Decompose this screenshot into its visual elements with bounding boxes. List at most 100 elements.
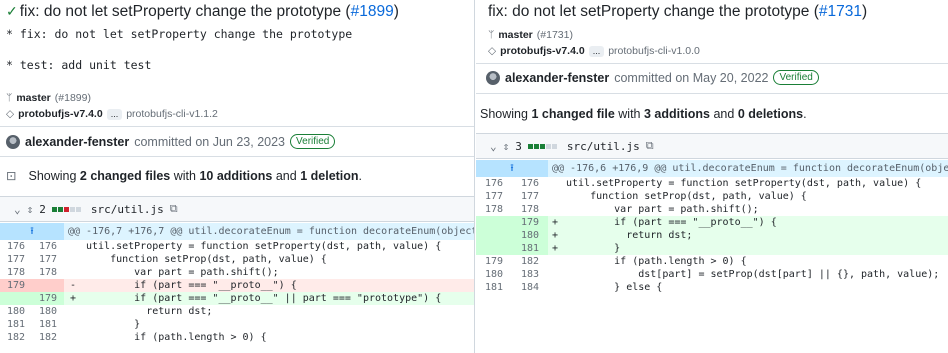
file-path[interactable]: src/util.js — [91, 203, 164, 216]
old-line-number[interactable] — [476, 242, 512, 255]
new-line-number[interactable]: 182 — [32, 331, 64, 344]
old-line-number[interactable]: 181 — [0, 318, 32, 331]
commit-title: fix: do not let setProperty change the p… — [488, 3, 868, 20]
tag-first[interactable]: protobufjs-v7.4.0 — [18, 108, 103, 120]
old-line-number[interactable]: 180 — [476, 268, 512, 281]
old-line-number[interactable]: 177 — [0, 253, 32, 266]
expand-icon[interactable]: ⭱ — [0, 223, 64, 240]
file-tree-icon[interactable]: ⊡ — [6, 169, 16, 183]
diff-line-context: 178 178 var part = path.shift(); — [0, 266, 474, 279]
branch-name[interactable]: master — [16, 92, 50, 104]
tags-expand-button[interactable]: ... — [588, 45, 605, 57]
avatar[interactable] — [486, 70, 500, 85]
divider — [476, 93, 948, 94]
diff-line-context: 178 178 var part = path.shift(); — [476, 203, 948, 216]
diff-line-added: 180 + return dst; — [476, 229, 948, 242]
diff-summary: ⊡ Showing 2 changed files with 10 additio… — [6, 169, 363, 183]
branch-ref[interactable]: (#1731) — [537, 29, 573, 41]
tags-expand-button[interactable]: ... — [106, 108, 123, 120]
diff-table: ⭱ @@ -176,6 +176,9 @@ util.decorateEnum … — [476, 160, 948, 294]
new-line-number[interactable]: 179 — [32, 292, 64, 305]
new-line-number[interactable]: 180 — [512, 229, 548, 242]
diffstat-count: 3 — [515, 139, 522, 153]
tag-last[interactable]: protobufjs-cli-v1.1.2 — [126, 108, 218, 120]
old-line-number[interactable]: 180 — [0, 305, 32, 318]
old-line-number[interactable]: 176 — [476, 177, 512, 190]
verified-badge[interactable]: Verified — [290, 134, 336, 149]
commit-date: committed on Jun 23, 2023 — [134, 134, 286, 149]
tags-line: ◇ protobufjs-v7.4.0 ... protobufjs-cli-v… — [6, 108, 218, 120]
commit-message-line: * fix: do not let setProperty change the… — [6, 27, 353, 41]
copy-icon[interactable]: ⧉ — [646, 139, 654, 153]
old-line-number[interactable]: 178 — [476, 203, 512, 216]
code-text: if (path.length > 0) { — [86, 332, 267, 343]
commit-date: committed on May 20, 2022 — [614, 70, 769, 85]
new-line-number[interactable]: 179 — [512, 216, 548, 229]
new-line-number[interactable]: 180 — [32, 305, 64, 318]
code-text: return dst; — [562, 229, 948, 242]
new-line-number[interactable]: 181 — [32, 318, 64, 331]
new-line-number[interactable] — [32, 279, 64, 292]
diff-sign: + — [548, 242, 562, 255]
file-path[interactable]: src/util.js — [567, 140, 640, 153]
old-line-number[interactable] — [476, 229, 512, 242]
branch-line: ᛘ master (#1731) — [488, 29, 573, 41]
expand-icon[interactable]: ⭱ — [476, 160, 548, 177]
old-line-number[interactable]: 181 — [476, 281, 512, 294]
check-icon: ✓ — [6, 3, 18, 19]
new-line-number[interactable]: 176 — [512, 177, 548, 190]
new-line-number[interactable]: 182 — [512, 255, 548, 268]
new-line-number[interactable]: 178 — [512, 203, 548, 216]
new-line-number[interactable]: 183 — [512, 268, 548, 281]
old-line-number[interactable] — [476, 216, 512, 229]
code-text: if (part === "__proto__" || part === "pr… — [82, 292, 474, 305]
old-line-number[interactable]: 178 — [0, 266, 32, 279]
tags-line: ◇ protobufjs-v7.4.0 ... protobufjs-cli-v… — [488, 45, 700, 57]
old-line-number[interactable] — [0, 292, 32, 305]
diff-sign — [548, 281, 562, 294]
diff-table: ⭱ @@ -176,7 +176,7 @@ util.decorateEnum … — [0, 223, 474, 344]
tag-first[interactable]: protobufjs-v7.4.0 — [500, 45, 585, 57]
copy-icon[interactable]: ⧉ — [170, 202, 178, 216]
diff-summary: Showing 1 changed file with 3 additions … — [480, 107, 807, 121]
branch-ref[interactable]: (#1899) — [55, 92, 91, 104]
new-line-number[interactable]: 177 — [32, 253, 64, 266]
expand-icon[interactable]: ⇕ — [27, 203, 34, 216]
tag-last[interactable]: protobufjs-cli-v1.0.0 — [608, 45, 700, 57]
new-line-number[interactable]: 177 — [512, 190, 548, 203]
diff-line-added: 181 + } — [476, 242, 948, 255]
hunk-text: @@ -176,7 +176,7 @@ util.decorateEnum = … — [64, 223, 474, 240]
author-name[interactable]: alexander-fenster — [25, 135, 129, 149]
branch-name[interactable]: master — [498, 29, 532, 41]
code-text: return dst; — [86, 306, 213, 317]
new-line-number[interactable]: 184 — [512, 281, 548, 294]
new-line-number[interactable]: 178 — [32, 266, 64, 279]
avatar[interactable] — [6, 134, 20, 149]
old-line-number[interactable]: 176 — [0, 240, 32, 253]
old-line-number[interactable]: 177 — [476, 190, 512, 203]
old-line-number[interactable]: 182 — [0, 331, 32, 344]
pr-link[interactable]: #1731 — [819, 3, 862, 20]
diff-sign — [64, 331, 82, 344]
chevron-down-icon[interactable]: ⌄ — [490, 140, 497, 153]
diff-line-context: 179 182 if (path.length > 0) { — [476, 255, 948, 268]
hunk-text: @@ -176,6 +176,9 @@ util.decorateEnum = … — [548, 160, 948, 177]
divider — [0, 126, 474, 127]
old-line-number[interactable]: 179 — [476, 255, 512, 268]
diff-line-context: 176 176 util.setProperty = function setPro… — [476, 177, 948, 190]
expand-icon[interactable]: ⇕ — [503, 140, 510, 153]
diff-line-context: 181 181 } — [0, 318, 474, 331]
new-line-number[interactable]: 176 — [32, 240, 64, 253]
chevron-down-icon[interactable]: ⌄ — [14, 203, 21, 216]
author-name[interactable]: alexander-fenster — [505, 71, 609, 85]
verified-badge[interactable]: Verified — [773, 70, 819, 85]
diffstat-count: 2 — [39, 202, 46, 216]
old-line-number[interactable]: 179 — [0, 279, 32, 292]
new-line-number[interactable]: 181 — [512, 242, 548, 255]
diff-line-context: 176 176 util.setProperty = function setPro… — [0, 240, 474, 253]
divider — [476, 63, 948, 64]
pr-link[interactable]: #1899 — [351, 3, 394, 20]
diff-line-added: 179 + if (part === "__proto__") { — [476, 216, 948, 229]
diff-line-context: 177 177 function setProp(dst, path, value… — [0, 253, 474, 266]
tag-icon: ◇ — [488, 45, 497, 57]
